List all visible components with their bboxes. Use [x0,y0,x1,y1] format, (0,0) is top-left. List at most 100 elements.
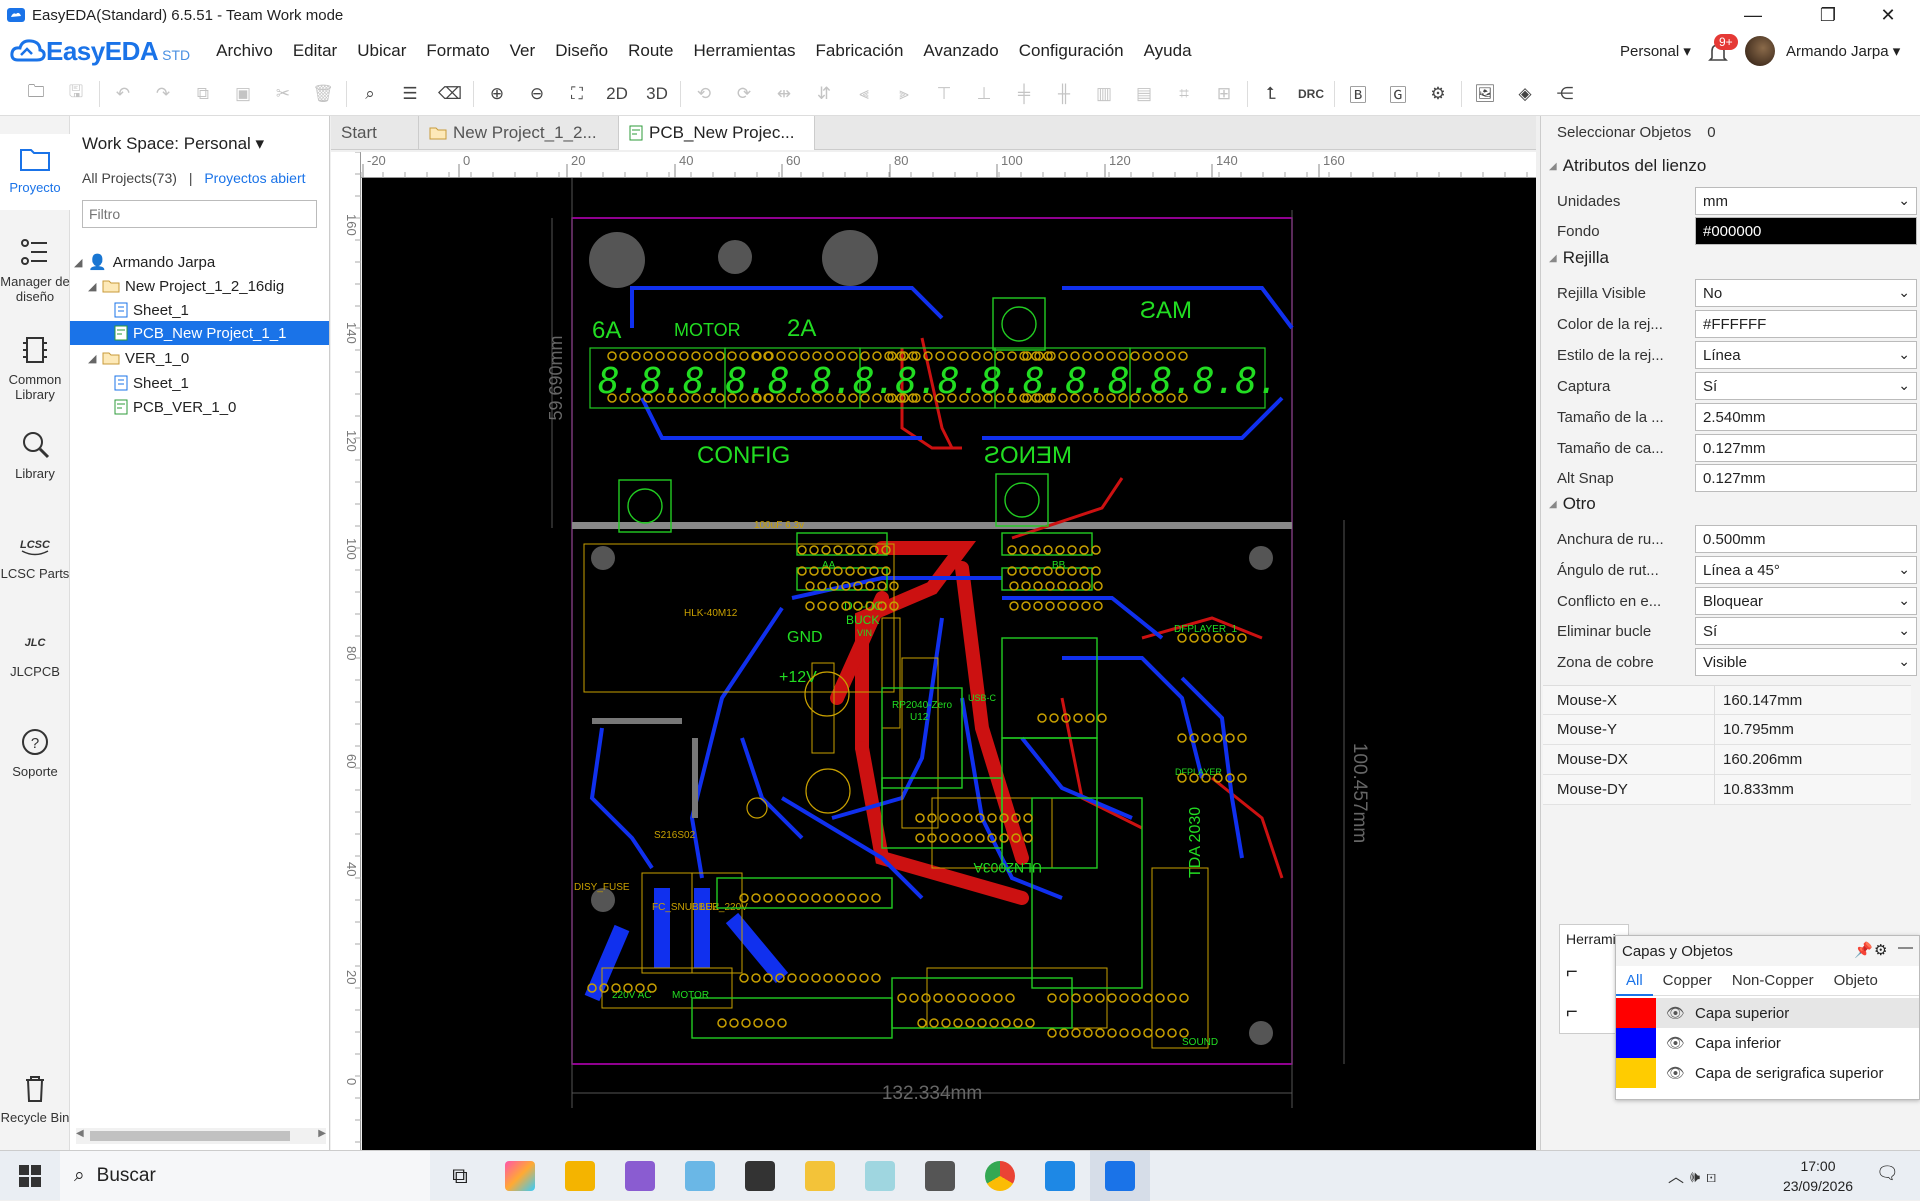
menu-ver[interactable]: Ver [500,41,546,61]
tab-start[interactable]: Start [331,116,419,150]
tree-sheet-2[interactable]: Sheet_1 [114,371,189,395]
section-grid[interactable]: ◢ Rejilla [1549,248,1609,268]
app-visual-studio-icon[interactable] [610,1151,670,1201]
workspace-selector[interactable]: Work Space: Personal ▾ [82,134,264,154]
line-tool-icon[interactable]: ⌐ [1566,1001,1578,1024]
rail-jlcpcb[interactable]: JLC JLCPCB [0,624,70,679]
close-button[interactable]: ✕ [1860,0,1916,30]
zoom-in-icon[interactable]: ⊕ [477,78,517,110]
find-list-icon[interactable]: ☰ [390,78,430,110]
align-grid-icon[interactable]: ⌗ [1164,78,1204,110]
search-icon[interactable]: ⌕ [350,78,390,110]
clock[interactable]: 17:00 23/09/2026 [1768,1156,1868,1196]
avatar[interactable] [1745,36,1775,66]
taskbar-search[interactable]: ⌕ Buscar [60,1150,430,1201]
section-canvas[interactable]: ◢ Atributos del lienzo [1549,156,1706,176]
menu-configuracion[interactable]: Configuración [1009,41,1134,61]
grid-color-field[interactable]: #FFFFFF [1695,310,1917,338]
rail-library[interactable]: Library [0,426,70,481]
tree-sheet-1[interactable]: Sheet_1 [114,298,189,322]
route-angle-select[interactable]: Línea a 45° ⌄ [1695,556,1917,584]
tree-pcb-2[interactable]: PCB_VER_1_0 [114,395,236,419]
pcb-canvas[interactable]: 132.334mm 59.690mm 100.457mm HLK-40M12 S… [362,178,1536,1150]
tree-project-2[interactable]: ◢ VER_1_0 [88,346,189,370]
tab-copper[interactable]: Copper [1653,972,1722,989]
app-clipchamp-icon[interactable] [730,1151,790,1201]
bom-icon[interactable]: 🄱 [1338,78,1378,110]
open-projects-link[interactable]: Proyectos abiert [204,170,305,186]
rotate-left-icon[interactable]: ⟲ [684,78,724,110]
snap-size-input[interactable]: 0.127mm [1695,434,1917,462]
rail-manager[interactable]: Manager de diseño [0,234,70,304]
minimize-button[interactable]: — [1725,0,1781,30]
fabrication-icon[interactable]: ⚙ [1418,78,1458,110]
drc-button[interactable]: DRC [1291,78,1331,110]
flip-h-icon[interactable]: ⇹ [764,78,804,110]
zoom-out-icon[interactable]: ⊖ [517,78,557,110]
alt-snap-input[interactable]: 0.127mm [1695,464,1917,492]
tray-icons[interactable]: ︿🕪⊡ [1668,1163,1722,1187]
user-menu[interactable]: Armando Jarpa ▾ [1786,42,1900,60]
easyeda-logo[interactable]: EasyEDA STD [10,36,190,67]
layer-row[interactable]: 👁 Capa superior [1616,998,1919,1028]
tab-all[interactable]: All [1616,966,1653,996]
horizontal-scrollbar[interactable]: ◀ ▶ [76,1128,326,1144]
menu-editar[interactable]: Editar [283,41,347,61]
scroll-right-icon[interactable]: ▶ [318,1128,326,1139]
conflict-select[interactable]: Bloquear ⌄ [1695,587,1917,615]
layer-row[interactable]: 👁 Capa inferior [1616,1028,1919,1058]
eye-icon[interactable]: 👁 [1666,1034,1685,1052]
open-folder-icon[interactable]: 🗀 [16,78,56,110]
rail-soporte[interactable]: ? Soporte [0,724,70,779]
account-dropdown[interactable]: Personal ▾ [1620,42,1691,60]
gerber-icon[interactable]: 🄶 [1378,78,1418,110]
layer-color-swatch[interactable] [1616,1058,1656,1088]
rotate-right-icon[interactable]: ⟳ [724,78,764,110]
fit-view-icon[interactable]: ⛶ [557,78,597,110]
tab-non-copper[interactable]: Non-Copper [1722,972,1824,989]
task-view-icon[interactable]: ⧉ [430,1151,490,1201]
rail-proyecto[interactable]: Proyecto [0,134,70,210]
align-center-h-icon[interactable]: ╪ [1004,78,1044,110]
tree-pcb-selected[interactable]: PCB_New Project_1_1 [70,321,329,345]
section-other[interactable]: ◢ Otro [1549,494,1596,514]
menu-archivo[interactable]: Archivo [206,41,283,61]
align-left-icon[interactable]: ⫷ [844,78,884,110]
app-photos-icon[interactable] [490,1151,550,1201]
pin-icon[interactable]: 📌 [1854,941,1873,959]
menu-ubicar[interactable]: Ubicar [347,41,416,61]
import-changes-icon[interactable]: ⮤ [1251,78,1291,110]
gear-icon[interactable]: ⚙ [1874,941,1887,959]
align-bottom-icon[interactable]: ⊥ [964,78,1004,110]
menu-formato[interactable]: Formato [416,41,499,61]
tab-objeto[interactable]: Objeto [1824,972,1888,989]
flip-v-icon[interactable]: ⇵ [804,78,844,110]
units-select[interactable]: mm ⌄ [1695,187,1917,215]
share-icon[interactable]: ⋲ [1545,78,1585,110]
notifications-button[interactable]: 9+ [1706,34,1738,66]
grid-size-input[interactable]: 2.540mm [1695,403,1917,431]
menu-herramientas[interactable]: Herramientas [683,41,805,61]
align-right-icon[interactable]: ⫸ [884,78,924,110]
all-projects-link[interactable]: All Projects(73) [82,170,177,186]
app-explorer-icon[interactable] [790,1151,850,1201]
rail-recycle-bin[interactable]: Recycle Bin [0,1070,70,1125]
cut-icon[interactable]: ✂ [263,78,303,110]
menu-fabricacion[interactable]: Fabricación [806,41,914,61]
eye-icon[interactable]: 👁 [1666,1064,1685,1082]
copy-icon[interactable]: ⧉ [183,78,223,110]
rail-lcsc[interactable]: LCSC LCSC Parts [0,526,70,581]
copper-zone-select[interactable]: Visible ⌄ [1695,648,1917,676]
erase-icon[interactable]: ⌫ [430,78,470,110]
paste-icon[interactable]: ▣ [223,78,263,110]
export-image-icon[interactable]: 🖼 [1465,78,1505,110]
redo-icon[interactable]: ↷ [143,78,183,110]
menu-route[interactable]: Route [618,41,683,61]
app-notes-icon[interactable] [850,1151,910,1201]
layer-color-swatch[interactable] [1616,998,1656,1028]
app-media-icon[interactable] [550,1151,610,1201]
app-chrome-icon[interactable] [970,1151,1030,1201]
layer-color-swatch[interactable] [1616,1028,1656,1058]
filter-input[interactable] [82,200,317,228]
undo-icon[interactable]: ↶ [103,78,143,110]
